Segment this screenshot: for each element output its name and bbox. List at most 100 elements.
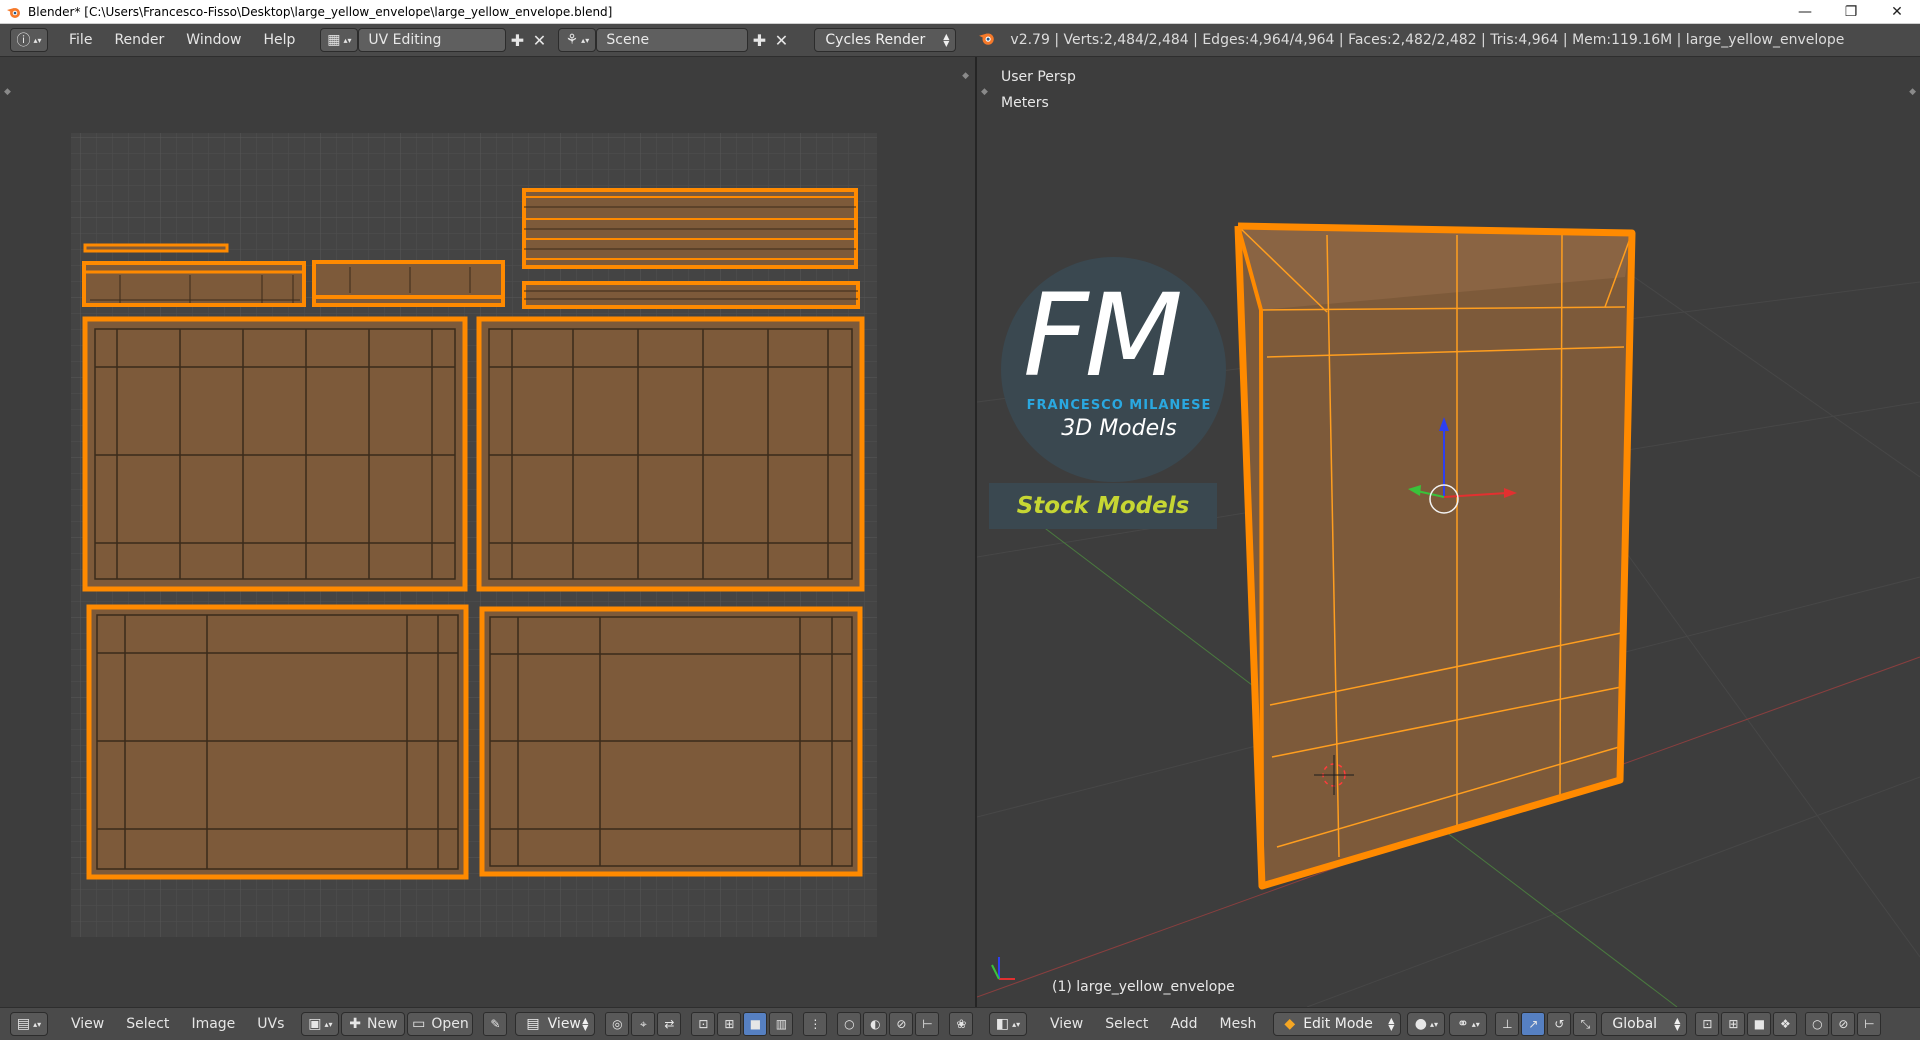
- transform-orientation-dropdown[interactable]: Global ▲ ▼: [1601, 1012, 1688, 1036]
- scale-manipulator-icon[interactable]: ⤡: [1573, 1012, 1598, 1036]
- render-engine-label: Cycles Render: [825, 32, 926, 48]
- 3d-menu-mesh[interactable]: Mesh: [1209, 1012, 1268, 1036]
- 3d-menu-view[interactable]: View: [1039, 1012, 1094, 1036]
- manipulator-toggle-icon[interactable]: ⊥: [1495, 1012, 1520, 1036]
- fm-watermark-logo: FM FRANCESCO MILANESE 3D Models Stock Mo…: [989, 257, 1226, 532]
- remove-scene-icon[interactable]: ✕: [770, 28, 792, 52]
- edge-select-icon[interactable]: ⊞: [717, 1012, 742, 1036]
- cube-icon: ◧: [995, 1016, 1010, 1032]
- edit-mode-icon: ◆: [1284, 1016, 1296, 1032]
- add-scene-icon[interactable]: ✚: [748, 28, 770, 52]
- uv-island: [522, 281, 860, 309]
- editor-type-3d-button[interactable]: ◧ ▴▾: [989, 1012, 1027, 1036]
- snap-element-icon[interactable]: ⋮: [803, 1012, 828, 1036]
- uv-island: [82, 261, 306, 307]
- menu-file[interactable]: File: [58, 28, 103, 52]
- scene-icon: ⚘: [565, 32, 579, 48]
- new-label: New: [367, 1016, 398, 1032]
- 3d-viewport[interactable]: ◆ ◆ User Persp Meters (1) large_yellow_e…: [977, 57, 1920, 1007]
- rotate-manipulator-icon[interactable]: ↺: [1547, 1012, 1572, 1036]
- view-name-label: User Persp: [1001, 69, 1076, 85]
- view-mode-icon: ▤: [526, 1016, 540, 1032]
- uv-island: [479, 606, 863, 877]
- island-select-icon[interactable]: ▥: [769, 1012, 794, 1036]
- region-toggle-icon[interactable]: ◆: [1909, 87, 1916, 97]
- uv-island: [522, 188, 858, 269]
- info-header: ⓘ ▴▾ File Render Window Help ▦ ▴▾ UV Editi…: [0, 24, 1920, 57]
- sticky-select-icon[interactable]: ⌖: [631, 1012, 656, 1036]
- minimize-button[interactable]: —: [1782, 0, 1828, 24]
- editor-type-info-button[interactable]: ⓘ ▴▾: [10, 28, 48, 52]
- snap-target-icon[interactable]: ⊢: [915, 1012, 940, 1036]
- editor-type-uv-button[interactable]: ▤ ▴▾: [10, 1012, 48, 1036]
- vertex-select-icon[interactable]: ⊡: [691, 1012, 716, 1036]
- stock-models-banner: Stock Models: [989, 483, 1217, 529]
- mode-label: Edit Mode: [1303, 1016, 1373, 1032]
- restore-button[interactable]: ❐: [1828, 0, 1874, 24]
- proportional-edit-icon[interactable]: ○: [1805, 1012, 1830, 1036]
- uv-editor-header: ▤ ▴▾ View Select Image UVs ▣ ▴▾ ✚ New ▭ Open…: [0, 1007, 977, 1040]
- uv-canvas[interactable]: [0, 57, 977, 1007]
- new-image-button[interactable]: ✚ New: [341, 1012, 406, 1036]
- proportional-edit-icon[interactable]: ○: [837, 1012, 862, 1036]
- uv-image-editor[interactable]: ◆ ◆: [0, 57, 977, 1007]
- axes-orientation-widget: [991, 957, 1015, 980]
- menu-window[interactable]: Window: [175, 28, 252, 52]
- 3d-menu-select[interactable]: Select: [1094, 1012, 1159, 1036]
- layout-grid-icon: ▦: [327, 32, 341, 48]
- uv-menu-image[interactable]: Image: [180, 1012, 246, 1036]
- uv-menu-view[interactable]: View: [60, 1012, 115, 1036]
- region-toggle-icon[interactable]: ◆: [981, 87, 988, 97]
- screen-layout-field[interactable]: UV Editing: [358, 28, 507, 52]
- logo-brand: FRANCESCO MILANESE: [1026, 398, 1212, 413]
- snap-target-icon[interactable]: ⊢: [1857, 1012, 1882, 1036]
- open-label: Open: [431, 1016, 469, 1032]
- close-button[interactable]: ✕: [1874, 0, 1920, 24]
- uv-menu-uvs[interactable]: UVs: [246, 1012, 295, 1036]
- edge-select-icon[interactable]: ⊞: [1721, 1012, 1746, 1036]
- menu-render[interactable]: Render: [103, 28, 175, 52]
- vertex-select-icon[interactable]: ⊡: [1695, 1012, 1720, 1036]
- envelope-mesh[interactable]: [1234, 222, 1636, 890]
- uv-menu-select[interactable]: Select: [115, 1012, 180, 1036]
- pivot-point-button[interactable]: ⚭ ▴▾: [1449, 1012, 1488, 1036]
- snap-magnet-icon[interactable]: ⊘: [889, 1012, 914, 1036]
- sync-selection-icon[interactable]: ⇄: [657, 1012, 682, 1036]
- uv-island: [83, 243, 229, 253]
- viewport-shading-button[interactable]: ● ▴▾: [1407, 1012, 1446, 1036]
- active-object-label: (1) large_yellow_envelope: [1052, 979, 1235, 995]
- 3d-menu-add[interactable]: Add: [1159, 1012, 1208, 1036]
- 3d-view-header: ◧ ▴▾ View Select Add Mesh ◆ Edit Mode ▲ ▼ …: [977, 1007, 1920, 1040]
- translate-manipulator-icon[interactable]: ↗: [1521, 1012, 1546, 1036]
- info-icon: ⓘ: [16, 33, 31, 49]
- falloff-icon[interactable]: ◐: [863, 1012, 888, 1036]
- screen-layout-browse-button[interactable]: ▦ ▴▾: [320, 28, 359, 52]
- solid-shading-icon: ●: [1414, 1016, 1427, 1032]
- menu-help[interactable]: Help: [252, 28, 306, 52]
- scene-browse-button[interactable]: ⚘ ▴▾: [558, 28, 597, 52]
- face-select-icon[interactable]: ■: [1747, 1012, 1772, 1036]
- open-image-button[interactable]: ▭ Open: [407, 1012, 474, 1036]
- interaction-mode-dropdown[interactable]: ◆ Edit Mode ▲ ▼: [1273, 1012, 1402, 1036]
- uv-island: [82, 316, 468, 592]
- image-view-mode-dropdown[interactable]: ▤ View ▲ ▼: [515, 1012, 596, 1036]
- dropdown-arrows-icon: ▲ ▼: [582, 1016, 589, 1032]
- scene-field[interactable]: Scene: [596, 28, 749, 52]
- add-screen-icon[interactable]: ✚: [506, 28, 528, 52]
- occlude-geometry-icon[interactable]: ❖: [1773, 1012, 1798, 1036]
- view-mode-label: View: [547, 1016, 581, 1032]
- scene-statistics: v2.79 | Verts:2,484/2,484 | Edges:4,964/…: [1010, 32, 1845, 48]
- logo-letters: FM: [1023, 269, 1183, 402]
- pin-icon[interactable]: ✎: [483, 1012, 508, 1036]
- face-select-icon[interactable]: ■: [743, 1012, 768, 1036]
- viewport-canvas[interactable]: [977, 57, 1920, 1007]
- window-title: Blender* [C:\Users\Francesco-Fisso\Deskt…: [28, 4, 613, 19]
- orientation-label: Global: [1612, 1016, 1658, 1032]
- render-engine-dropdown[interactable]: Cycles Render ▲ ▼: [814, 28, 957, 52]
- uv-island: [86, 604, 469, 880]
- uv-stretch-icon[interactable]: ❀: [949, 1012, 974, 1036]
- remove-screen-icon[interactable]: ✕: [528, 28, 550, 52]
- snap-magnet-icon[interactable]: ⊘: [1831, 1012, 1856, 1036]
- pivot-icon[interactable]: ◎: [605, 1012, 630, 1036]
- image-browse-button[interactable]: ▣ ▴▾: [301, 1012, 340, 1036]
